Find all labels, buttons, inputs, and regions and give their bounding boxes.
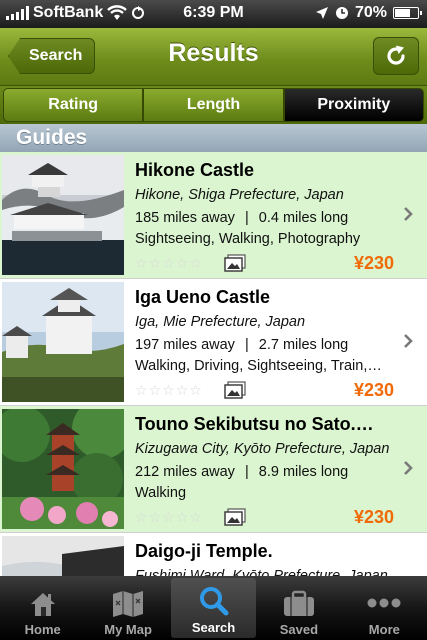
star-icon: ☆ — [175, 382, 189, 398]
guide-thumbnail — [2, 282, 124, 402]
tab-search[interactable]: Search — [170, 578, 257, 638]
tab-saved[interactable]: Saved — [256, 576, 341, 640]
navigation-bar: Search Results — [0, 28, 427, 86]
guide-title: Daigo-ji Temple. — [135, 541, 273, 561]
alarm-clock-icon — [335, 7, 348, 19]
chevron-right-icon[interactable] — [403, 206, 413, 222]
star-icon: ☆ — [148, 382, 162, 398]
guide-tags: Walking, Driving, Sightseeing, Train,… — [135, 358, 382, 374]
star-icon: ☆ — [189, 382, 202, 398]
briefcase-icon — [283, 590, 314, 616]
tab-label: Search — [191, 620, 236, 635]
guide-row[interactable]: Iga Ueno Castle Iga, Mie Prefecture, Jap… — [0, 279, 427, 406]
location-arrow-icon — [315, 7, 328, 19]
guide-length: 2.7 miles long — [258, 337, 349, 353]
rating-stars: ☆ ☆ ☆ ☆ ☆ — [135, 256, 202, 270]
refresh-icon — [387, 45, 405, 65]
star-icon: ☆ — [162, 255, 175, 271]
star-icon: ☆ — [148, 255, 162, 271]
guide-title: Iga Ueno Castle — [135, 287, 271, 307]
refresh-button[interactable] — [373, 37, 419, 75]
tab-label: More — [368, 622, 400, 637]
rating-stars: ☆ ☆ ☆ ☆ ☆ — [135, 510, 202, 524]
guide-row[interactable]: Daigo-ji Temple. Fushimi Ward, Kyōto Pre… — [0, 533, 427, 576]
guide-length: 8.9 miles long — [258, 464, 349, 480]
status-right: 70% — [315, 4, 422, 22]
guide-location: Kizugawa City, Kyōto Prefecture, Japan — [135, 441, 390, 457]
guide-location: Fushimi Ward, Kyōto Prefecture, Japan — [135, 568, 388, 576]
guide-list[interactable]: Hikone Castle Hikone, Shiga Prefecture, … — [0, 152, 427, 576]
guide-length: 0.4 miles long — [258, 210, 349, 226]
star-icon: ☆ — [135, 255, 148, 271]
star-icon: ☆ — [175, 255, 189, 271]
tab-home[interactable]: Home — [0, 576, 85, 640]
guide-title: Hikone Castle — [135, 160, 255, 180]
star-icon: ☆ — [162, 509, 175, 525]
star-icon: ☆ — [189, 509, 202, 525]
guide-price: ¥230 — [353, 380, 394, 400]
more-icon — [367, 598, 401, 608]
guide-thumbnail — [2, 536, 124, 576]
guide-location: Hikone, Shiga Prefecture, Japan — [135, 187, 344, 203]
tab-more[interactable]: More — [342, 576, 427, 640]
stats-separator: | — [244, 464, 249, 480]
star-icon: ☆ — [162, 382, 175, 398]
home-icon — [30, 593, 55, 616]
guide-stats: 212 miles away | 8.9 miles long — [135, 464, 348, 480]
battery-fill — [395, 9, 411, 17]
guide-tags: Sightseeing, Walking, Photography — [135, 231, 361, 247]
search-icon — [199, 587, 229, 616]
guide-price: ¥230 — [353, 253, 394, 273]
photos-icon — [224, 254, 246, 272]
chevron-right-icon[interactable] — [403, 460, 413, 476]
tab-my-map[interactable]: My Map — [85, 576, 170, 640]
tab-bar: Home My Map Search Saved More — [0, 576, 427, 640]
photos-icon — [224, 381, 246, 399]
guide-row[interactable]: Touno Sekibutsu no Sato.… Kizugawa City,… — [0, 406, 427, 533]
tab-label: Saved — [279, 622, 319, 637]
guide-thumbnail — [2, 155, 124, 275]
guide-distance: 212 miles away — [135, 464, 235, 480]
guide-distance: 197 miles away — [135, 337, 235, 353]
guide-location: Iga, Mie Prefecture, Japan — [135, 314, 306, 330]
guide-tags: Walking — [135, 485, 187, 501]
guide-stats: 197 miles away | 2.7 miles long — [135, 337, 348, 353]
segment-proximity[interactable]: Proximity — [283, 88, 424, 122]
guide-stats: 185 miles away | 0.4 miles long — [135, 210, 348, 226]
star-icon: ☆ — [148, 509, 162, 525]
page-title: Results — [168, 39, 259, 67]
stats-separator: | — [244, 210, 249, 226]
guide-price: ¥230 — [353, 507, 394, 527]
rating-stars: ☆ ☆ ☆ ☆ ☆ — [135, 383, 202, 397]
battery-percent: 70% — [354, 4, 387, 21]
guide-row[interactable]: Hikone Castle Hikone, Shiga Prefecture, … — [0, 152, 427, 279]
guide-distance: 185 miles away — [135, 210, 235, 226]
guide-title: Touno Sekibutsu no Sato.… — [135, 414, 374, 434]
segment-rating[interactable]: Rating — [3, 88, 144, 122]
map-icon — [113, 591, 144, 617]
star-icon: ☆ — [175, 509, 189, 525]
segment-length[interactable]: Length — [143, 88, 284, 122]
tab-label: Home — [24, 622, 61, 637]
star-icon: ☆ — [135, 509, 148, 525]
photos-icon — [224, 508, 246, 526]
star-icon: ☆ — [189, 255, 202, 271]
chevron-right-icon[interactable] — [403, 333, 413, 349]
stats-separator: | — [244, 337, 249, 353]
section-header-guides: Guides — [0, 124, 427, 152]
status-bar: SoftBank 6:39 PM 70% — [0, 0, 427, 28]
tab-label: My Map — [104, 622, 152, 637]
guide-thumbnail — [2, 409, 124, 529]
star-icon: ☆ — [135, 382, 148, 398]
sort-segmented-control: Rating Length Proximity — [0, 86, 427, 124]
battery-icon — [393, 7, 422, 19]
